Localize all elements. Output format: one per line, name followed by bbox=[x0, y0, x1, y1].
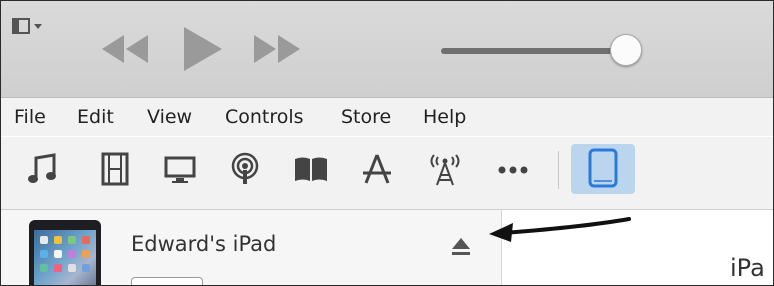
music-button[interactable] bbox=[23, 149, 63, 189]
movies-button[interactable] bbox=[95, 149, 135, 189]
volume-knob[interactable] bbox=[610, 34, 642, 66]
device-name[interactable]: Edward's iPad bbox=[131, 232, 276, 256]
previous-button[interactable] bbox=[96, 29, 156, 69]
sidebar-menu-button[interactable] bbox=[12, 17, 46, 37]
menu-bar: File Edit View Controls Store Help bbox=[1, 98, 773, 136]
menu-file[interactable]: File bbox=[14, 106, 46, 128]
ipad-thumbnail bbox=[29, 220, 101, 285]
player-toolbar bbox=[1, 1, 773, 98]
fast-forward-icon bbox=[254, 35, 300, 63]
radio-button[interactable] bbox=[425, 149, 465, 189]
volume-slider[interactable] bbox=[439, 33, 649, 67]
podcasts-button[interactable] bbox=[225, 149, 265, 189]
media-bar bbox=[1, 137, 773, 210]
menu-view[interactable]: View bbox=[147, 106, 192, 128]
menu-controls[interactable]: Controls bbox=[225, 106, 304, 128]
media-bar-divider bbox=[558, 151, 559, 189]
menu-help[interactable]: Help bbox=[423, 106, 466, 128]
itunes-window: File Edit View Controls Store Help Edwar… bbox=[0, 0, 774, 286]
movies-icon bbox=[101, 152, 129, 186]
tv-icon bbox=[164, 156, 196, 183]
podcasts-icon bbox=[231, 152, 259, 184]
rewind-icon bbox=[102, 35, 148, 63]
more-button[interactable] bbox=[493, 149, 533, 189]
play-icon bbox=[184, 27, 222, 71]
apps-icon bbox=[363, 154, 391, 184]
menu-store[interactable]: Store bbox=[341, 106, 391, 128]
eject-icon bbox=[452, 238, 470, 255]
apps-button[interactable] bbox=[357, 149, 397, 189]
books-button[interactable] bbox=[291, 149, 331, 189]
device-capacity-box bbox=[131, 277, 203, 285]
volume-track bbox=[441, 48, 619, 54]
main-title: iPa bbox=[730, 254, 765, 282]
books-icon bbox=[295, 157, 327, 181]
play-button[interactable] bbox=[176, 23, 228, 75]
menu-edit[interactable]: Edit bbox=[77, 106, 114, 128]
sidebar-toggle-icon bbox=[12, 18, 42, 34]
radio-tower-icon bbox=[430, 154, 460, 186]
device-sidebar: Edward's iPad bbox=[1, 210, 502, 285]
more-icon bbox=[498, 166, 528, 174]
ipad-screen-image bbox=[34, 230, 96, 285]
tv-shows-button[interactable] bbox=[160, 149, 200, 189]
ipad-device-icon bbox=[588, 148, 618, 188]
next-button[interactable] bbox=[248, 29, 308, 69]
annotation-arrow-icon bbox=[489, 217, 631, 242]
music-icon bbox=[28, 153, 56, 183]
device-button[interactable] bbox=[571, 144, 635, 194]
eject-button[interactable] bbox=[449, 234, 473, 258]
